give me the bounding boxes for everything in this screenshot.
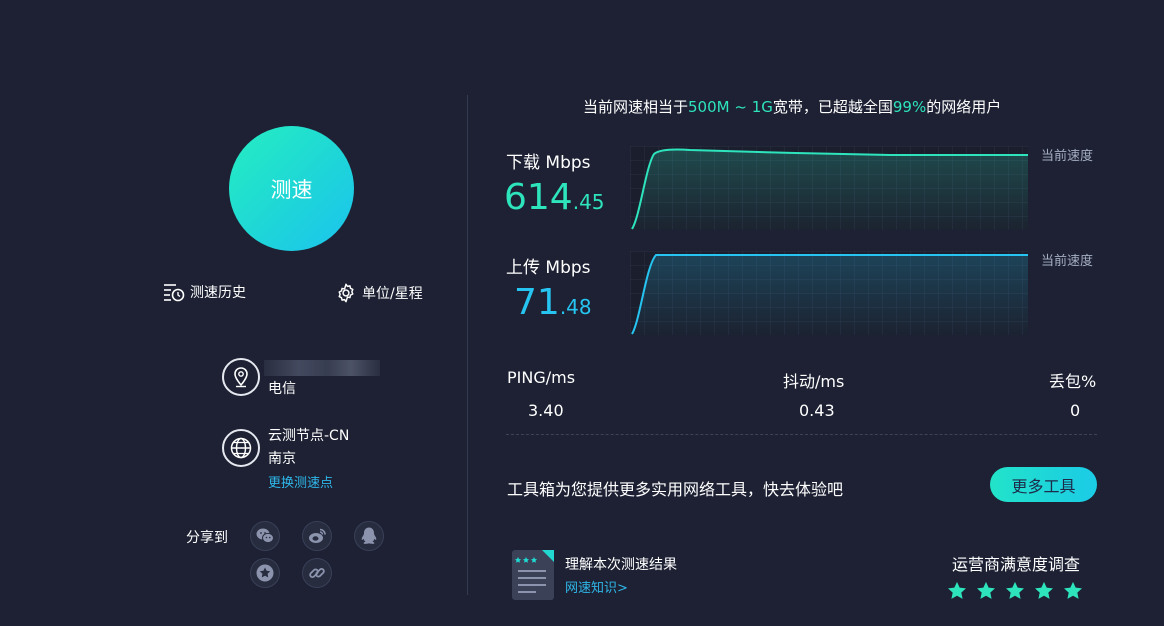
jitter-value: 0.43 [799,401,835,420]
download-current-label: 当前速度 [1041,149,1094,164]
knowledge-title: 理解本次测速结果 [565,557,677,573]
upload-value: 71.48 [514,283,592,327]
headline-prefix: 当前网速相当于 [583,98,689,116]
link-icon[interactable] [302,558,332,588]
headline-percent: 99% [892,98,927,116]
ping-label: PING/ms [507,368,576,387]
upload-current-label: 当前速度 [1041,254,1094,269]
star-icon[interactable] [946,580,968,602]
packet-loss-label: 丢包% [1049,372,1097,391]
ip-address-redacted [264,360,380,376]
packet-loss-value: 0 [1070,401,1081,420]
left-panel: 测速 测速历史 单位/星程 电信 云测节点-CN 南京 更换测速点 分享到 [0,0,468,626]
change-node-link[interactable]: 更换测速点 [268,472,333,491]
report-document-icon [512,550,554,600]
download-value-dec: .45 [572,190,605,214]
start-speed-test-button[interactable]: 测速 [229,126,354,251]
headline-middle: 宽带，已超越全国 [772,98,893,116]
units-label: 单位/星程 [362,286,423,302]
upload-label: 上传 Mbps [506,258,591,278]
weibo-icon[interactable] [302,521,332,551]
star-icon[interactable] [975,580,997,602]
more-tools-button[interactable]: 更多工具 [990,467,1097,502]
download-speed-chart [630,146,1028,230]
ping-value: 3.40 [528,401,564,420]
toolbox-promo-text: 工具箱为您提供更多实用网络工具，快去体验吧 [507,480,844,499]
units-settings-link[interactable]: 单位/星程 [335,282,423,304]
download-value-int: 614 [504,177,573,218]
panel-divider [467,95,468,595]
favorite-icon[interactable] [250,558,280,588]
speed-knowledge-link[interactable]: 网速知识> [565,577,628,596]
history-icon [164,284,185,302]
jitter-label: 抖动/ms [783,372,845,391]
globe-icon [222,429,260,467]
isp-name: 电信 [268,381,296,397]
survey-star-rating [946,580,1091,602]
star-icon[interactable] [1062,580,1084,602]
share-label: 分享到 [186,530,228,546]
qq-icon[interactable] [354,521,384,551]
node-city: 南京 [268,451,296,467]
node-name: 云测节点-CN [268,428,350,444]
stats-divider [506,434,1097,435]
history-label: 测速历史 [190,285,246,301]
download-value: 614.45 [504,178,605,222]
speed-history-link[interactable]: 测速历史 [163,282,246,302]
star-icon[interactable] [1004,580,1026,602]
headline-range: 500M ~ 1G [688,98,773,116]
location-icon [222,358,260,396]
isp-survey-title: 运营商满意度调查 [952,555,1081,574]
upload-value-dec: .48 [559,295,592,319]
upload-speed-chart [630,251,1028,335]
headline-suffix: 的网络用户 [926,98,1002,116]
download-label: 下载 Mbps [506,153,591,173]
gear-icon [338,283,354,303]
wechat-icon[interactable] [250,521,280,551]
speed-summary-headline: 当前网速相当于500M ~ 1G宽带，已超越全国99%的网络用户 [583,96,1015,117]
star-icon[interactable] [1033,580,1055,602]
upload-value-int: 71 [514,282,560,323]
